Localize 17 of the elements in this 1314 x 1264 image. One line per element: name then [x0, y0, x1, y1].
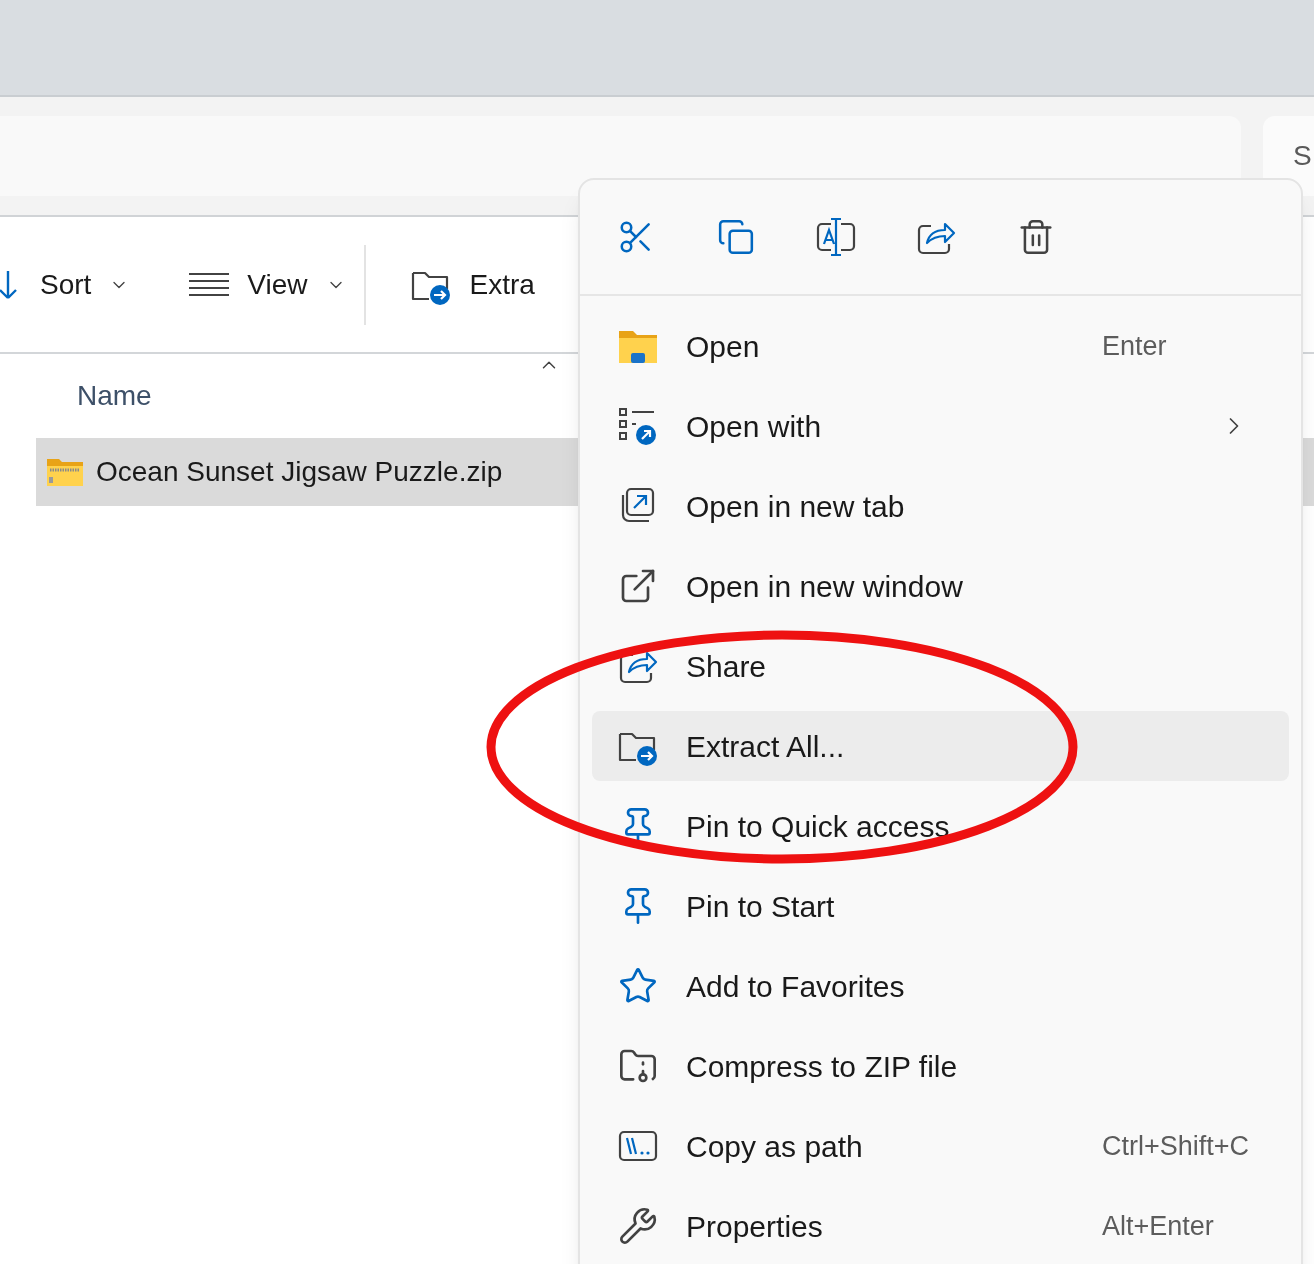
- toolbar-button[interactable]: View: [189, 249, 346, 320]
- column-header[interactable]: Name: [77, 375, 152, 417]
- delete-icon: [1017, 218, 1055, 256]
- zip-folder-icon: [46, 457, 84, 487]
- toolbar-button[interactable]: Sort: [0, 249, 130, 320]
- copy-icon: [717, 218, 755, 256]
- shortcut-text: Ctrl+Shift+C: [1102, 1129, 1250, 1163]
- shortcut-text: Enter: [1102, 329, 1167, 363]
- path-icon: [617, 1128, 659, 1164]
- rename-icon: [815, 216, 857, 258]
- wrench-icon: [618, 1206, 658, 1246]
- shortcut-text: Alt+Enter: [1102, 1209, 1214, 1243]
- file-name: Ocean Sunset Jigsaw Puzzle.zip: [96, 455, 503, 489]
- list-view-icon: [189, 271, 230, 298]
- app-list-icon: [617, 406, 659, 446]
- menu-item[interactable]: Extract All...: [592, 711, 1289, 781]
- toolbar-button[interactable]: Extra: [409, 249, 535, 320]
